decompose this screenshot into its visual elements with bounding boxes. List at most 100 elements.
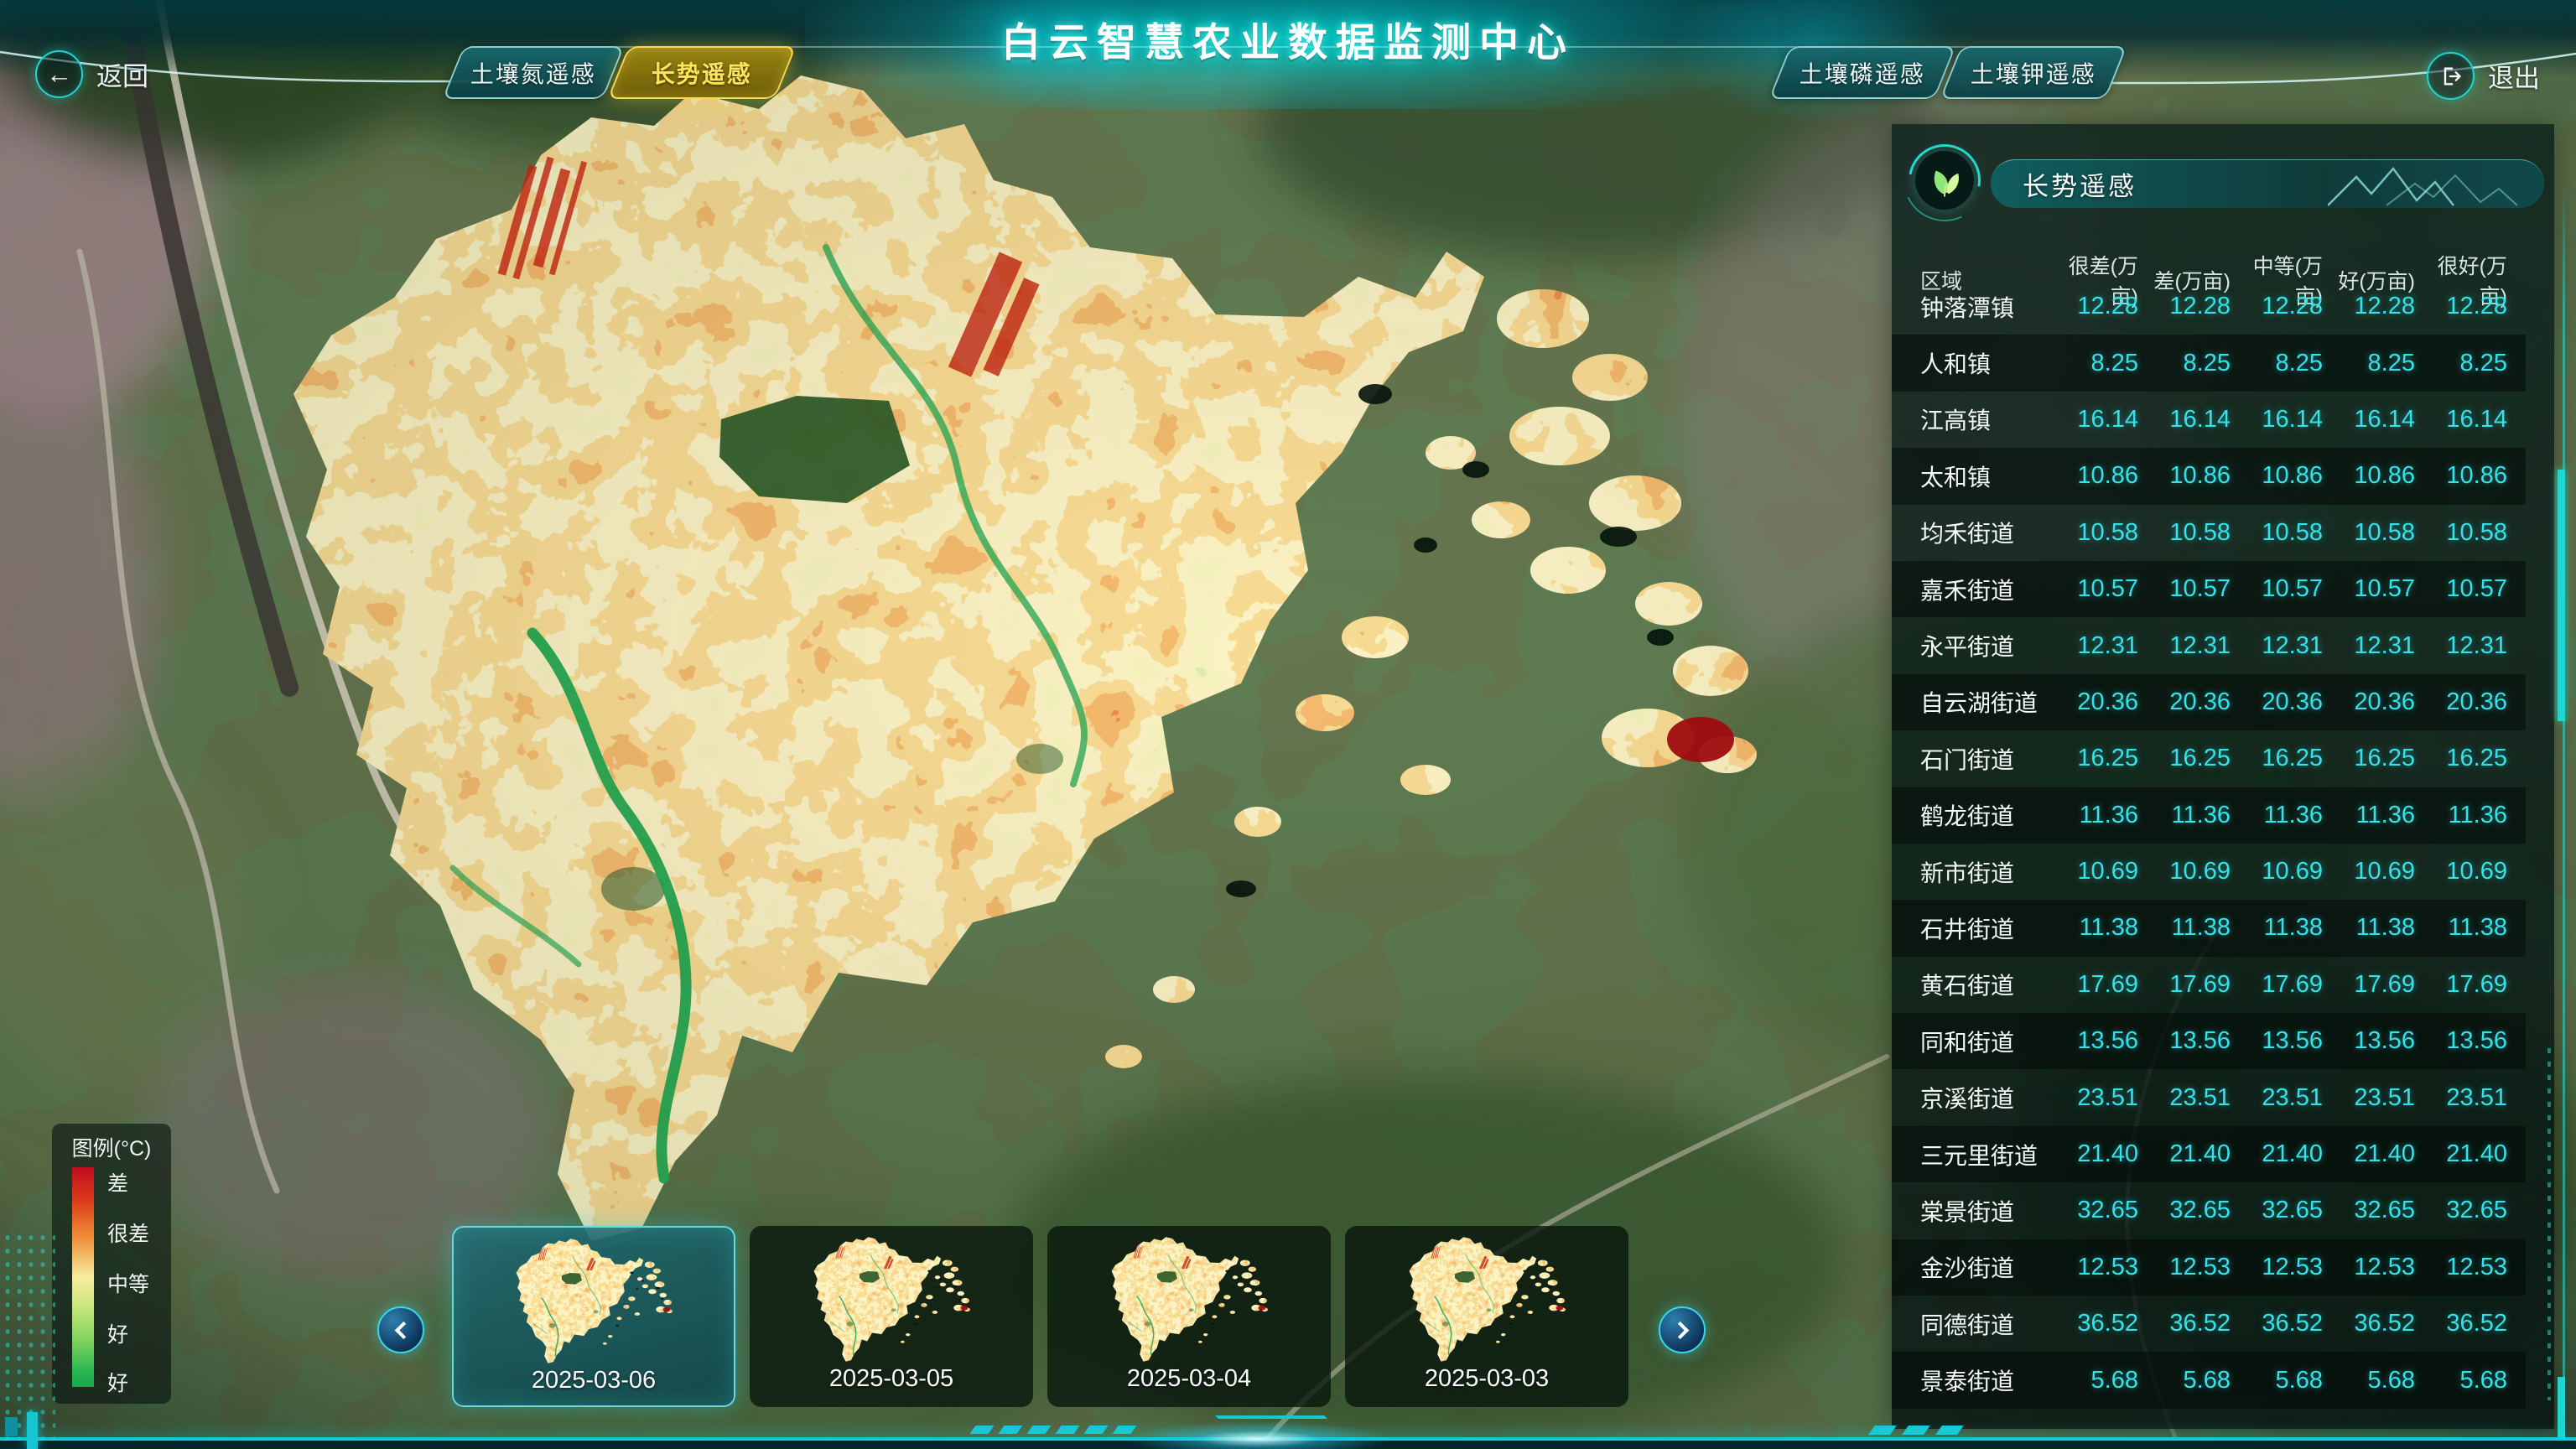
table-row[interactable]: 太和镇 10.86 10.86 10.86 10.86 10.86 — [1892, 448, 2526, 504]
date-card[interactable]: 2025-03-06 — [452, 1226, 735, 1407]
value-very-poor: 20.36 — [2046, 688, 2138, 716]
region-name: 均禾街道 — [1920, 516, 2046, 549]
value-very-poor: 10.58 — [2046, 519, 2138, 547]
value-very-good: 12.31 — [2415, 632, 2507, 660]
exit-button[interactable]: 退出 — [2427, 52, 2540, 100]
value-very-poor: 17.69 — [2046, 971, 2138, 999]
table-row[interactable]: 新市街道 10.69 10.69 10.69 10.69 10.69 — [1892, 844, 2526, 900]
value-good: 5.68 — [2323, 1367, 2415, 1394]
value-poor: 32.65 — [2138, 1197, 2231, 1224]
table-row[interactable]: 人和镇 8.25 8.25 8.25 8.25 8.25 — [1892, 335, 2526, 391]
table-row[interactable]: 同德街道 36.52 36.52 36.52 36.52 36.52 — [1892, 1296, 2526, 1352]
value-very-good: 12.53 — [2415, 1254, 2507, 1281]
map-thumbnail — [1080, 1234, 1298, 1365]
table-row[interactable]: 钟落潭镇 12.28 12.28 12.28 12.28 12.28 — [1892, 278, 2526, 335]
back-button[interactable]: ← 返回 — [35, 50, 148, 98]
table-row[interactable]: 京溪街道 23.51 23.51 23.51 23.51 23.51 — [1892, 1069, 2526, 1125]
value-very-good: 16.25 — [2415, 745, 2507, 772]
value-medium: 5.68 — [2231, 1367, 2323, 1394]
logout-icon — [2439, 65, 2463, 88]
region-name: 永平街道 — [1920, 629, 2046, 662]
region-name: 金沙街道 — [1920, 1250, 2046, 1284]
tab-soil-potassium[interactable]: 土壤钾遥感 — [1940, 46, 2127, 99]
region-name: 棠景街道 — [1920, 1194, 2046, 1228]
table-row[interactable]: 同和街道 13.56 13.56 13.56 13.56 13.56 — [1892, 1013, 2526, 1069]
mountain-decoration — [2328, 164, 2529, 207]
value-medium: 21.40 — [2231, 1140, 2323, 1168]
growth-table-body: 钟落潭镇 12.28 12.28 12.28 12.28 12.28 人和镇 8… — [1892, 278, 2526, 1409]
value-very-poor: 10.69 — [2046, 858, 2138, 886]
corner-square-decoration — [5, 1417, 18, 1436]
tab-soil-nitrogen[interactable]: 土壤氮遥感 — [442, 46, 624, 99]
value-medium: 12.28 — [2231, 293, 2323, 320]
table-row[interactable]: 鹤龙街道 11.36 11.36 11.36 11.36 11.36 — [1892, 787, 2526, 844]
value-medium: 36.52 — [2231, 1310, 2323, 1337]
card-date: 2025-03-05 — [829, 1365, 953, 1393]
map-thumbnail — [1378, 1234, 1596, 1365]
table-row[interactable]: 嘉禾街道 10.57 10.57 10.57 10.57 10.57 — [1892, 561, 2526, 617]
value-poor: 10.57 — [2138, 575, 2231, 603]
panel-scroll-thumb[interactable] — [2558, 470, 2565, 721]
table-row[interactable]: 金沙街道 12.53 12.53 12.53 12.53 12.53 — [1892, 1239, 2526, 1296]
legend-label: 差 — [107, 1167, 128, 1197]
value-very-poor: 10.57 — [2046, 575, 2138, 603]
region-name: 黄石街道 — [1920, 968, 2046, 1001]
table-row[interactable]: 江高镇 16.14 16.14 16.14 16.14 16.14 — [1892, 392, 2526, 448]
value-poor: 16.14 — [2138, 406, 2231, 434]
table-row[interactable]: 景泰街道 5.68 5.68 5.68 5.68 5.68 — [1892, 1352, 2526, 1408]
table-row[interactable]: 棠景街道 32.65 32.65 32.65 32.65 32.65 — [1892, 1182, 2526, 1239]
bottom-strip — [0, 1441, 2576, 1449]
table-row[interactable]: 自云湖街道 20.36 20.36 20.36 20.36 20.36 — [1892, 674, 2526, 730]
value-very-good: 11.38 — [2415, 914, 2507, 942]
value-very-good: 36.52 — [2415, 1310, 2507, 1337]
panel-corner-dashes — [1872, 1426, 1961, 1435]
value-poor: 17.69 — [2138, 971, 2231, 999]
value-good: 16.25 — [2323, 745, 2415, 772]
value-poor: 23.51 — [2138, 1084, 2231, 1112]
value-good: 12.28 — [2323, 293, 2415, 320]
table-row[interactable]: 永平街道 12.31 12.31 12.31 12.31 12.31 — [1892, 617, 2526, 673]
value-poor: 10.86 — [2138, 462, 2231, 490]
value-good: 20.36 — [2323, 688, 2415, 716]
legend-gradient-bar — [72, 1167, 94, 1387]
value-good: 16.14 — [2323, 406, 2415, 434]
table-row[interactable]: 石门街道 16.25 16.25 16.25 16.25 16.25 — [1892, 730, 2526, 787]
value-very-poor: 11.36 — [2046, 802, 2138, 829]
date-card[interactable]: 2025-03-03 — [1345, 1226, 1628, 1407]
value-poor: 11.36 — [2138, 802, 2231, 829]
region-name: 石井街道 — [1920, 911, 2046, 945]
dashboard: 白云智慧农业数据监测中心 ← 返回 土壤氮遥感 长势遥感 土壤磷遥感 土壤钾遥感… — [0, 0, 2576, 1449]
table-row[interactable]: 黄石街道 17.69 17.69 17.69 17.69 17.69 — [1892, 957, 2526, 1013]
value-medium: 8.25 — [2231, 350, 2323, 377]
value-poor: 10.58 — [2138, 519, 2231, 547]
table-row[interactable]: 三元里街道 21.40 21.40 21.40 21.40 21.40 — [1892, 1126, 2526, 1182]
legend-label: 好 — [107, 1367, 128, 1397]
card-date: 2025-03-03 — [1425, 1365, 1549, 1393]
date-card[interactable]: 2025-03-04 — [1047, 1226, 1331, 1407]
exit-label: 退出 — [2488, 57, 2540, 95]
value-very-poor: 32.65 — [2046, 1197, 2138, 1224]
value-very-good: 20.36 — [2415, 688, 2507, 716]
value-very-good: 10.57 — [2415, 575, 2507, 603]
corner-bar-decoration — [27, 1412, 38, 1449]
carousel-prev-button[interactable] — [377, 1306, 424, 1353]
region-name: 鹤龙街道 — [1920, 798, 2046, 832]
value-good: 11.36 — [2323, 802, 2415, 829]
value-very-good: 13.56 — [2415, 1027, 2507, 1055]
carousel-next-button[interactable] — [1659, 1306, 1706, 1353]
table-row[interactable]: 石井街道 11.38 11.38 11.38 11.38 11.38 — [1892, 900, 2526, 956]
region-name: 新市街道 — [1920, 855, 2046, 889]
tab-soil-phosphorus[interactable]: 土壤磷遥感 — [1768, 46, 1955, 99]
legend: 图例(°C) 差 很差 中等 好 好 — [52, 1124, 171, 1404]
value-poor: 12.31 — [2138, 632, 2231, 660]
value-medium: 10.58 — [2231, 519, 2323, 547]
value-very-good: 12.28 — [2415, 293, 2507, 320]
value-medium: 23.51 — [2231, 1084, 2323, 1112]
value-very-good: 10.86 — [2415, 462, 2507, 490]
table-row[interactable]: 均禾街道 10.58 10.58 10.58 10.58 10.58 — [1892, 505, 2526, 561]
map-thumbnail — [782, 1234, 1000, 1365]
panel-title: 长势遥感 — [2023, 165, 2137, 203]
page-title: 白云智慧农业数据监测中心 — [1001, 10, 1575, 68]
tab-growth[interactable]: 长势遥感 — [607, 46, 796, 99]
date-card[interactable]: 2025-03-05 — [750, 1226, 1033, 1407]
